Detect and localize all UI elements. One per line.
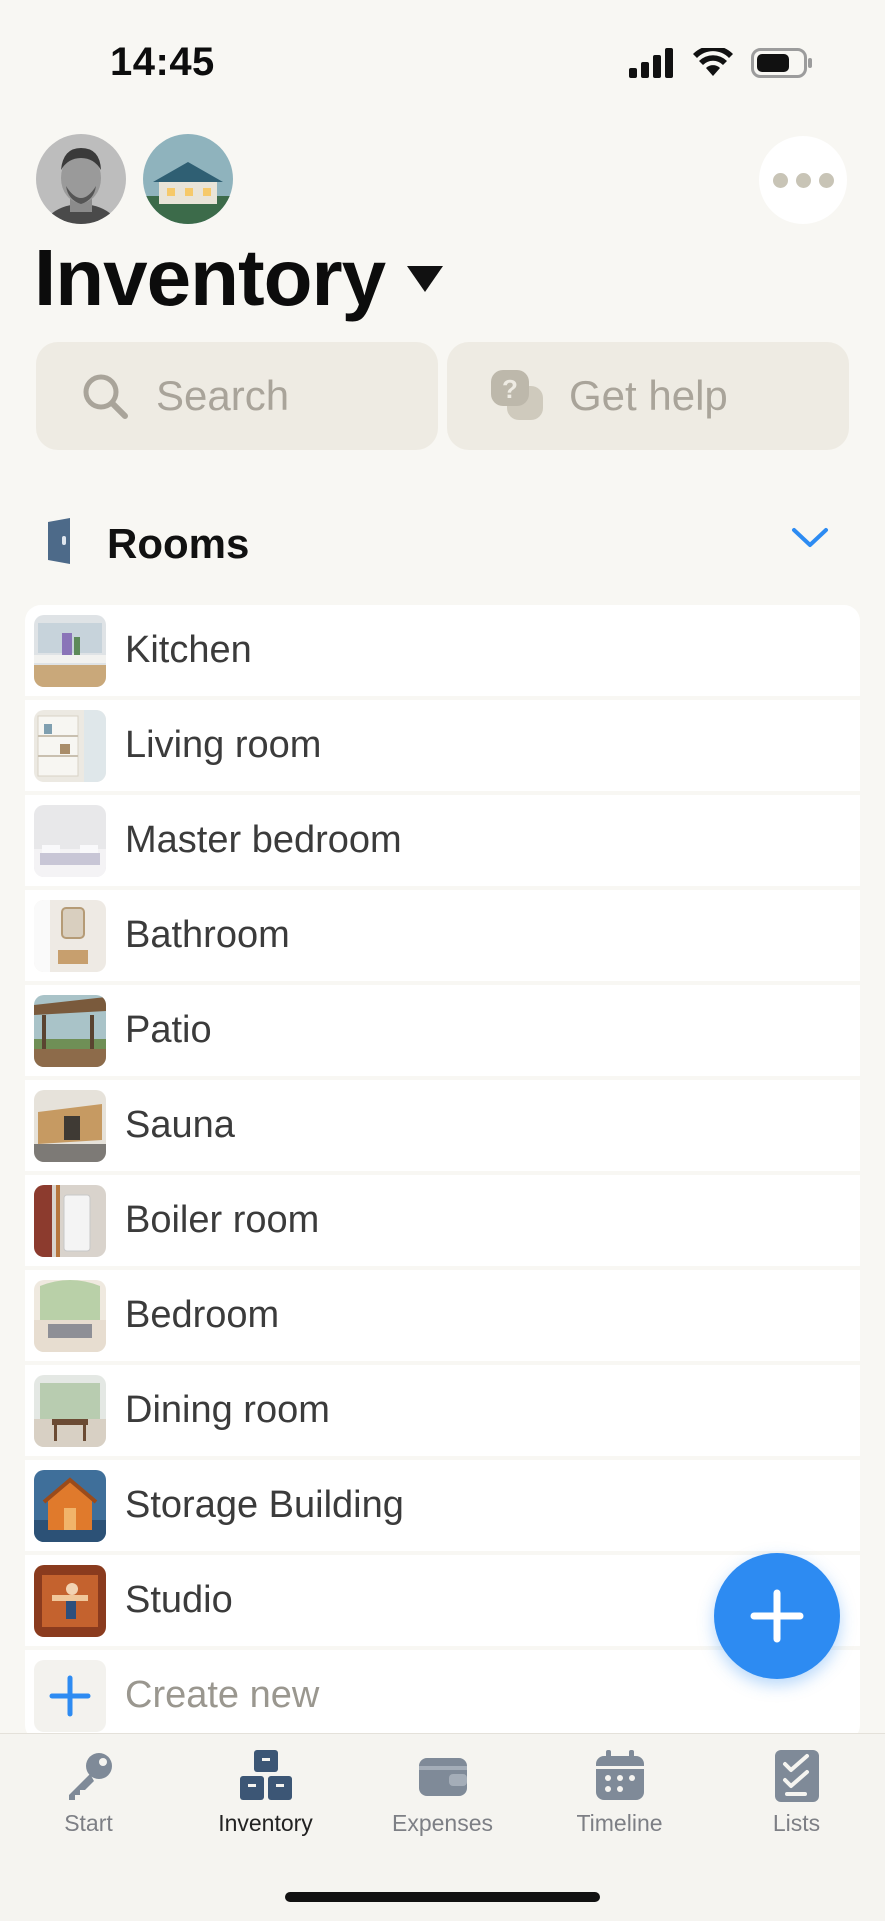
tab-expenses[interactable]: Expenses xyxy=(354,1748,531,1837)
create-new-label: Create new xyxy=(125,1674,320,1716)
tab-inventory[interactable]: Inventory xyxy=(177,1748,354,1837)
search-input[interactable]: Search xyxy=(36,342,438,450)
room-label: Sauna xyxy=(125,1104,235,1146)
master-bedroom-thumbnail xyxy=(34,804,106,877)
status-bar: 14:45 xyxy=(0,0,885,130)
search-placeholder: Search xyxy=(156,372,290,419)
page-title: Inventory xyxy=(34,233,386,322)
living-room-thumbnail xyxy=(34,709,106,782)
plus-icon xyxy=(750,1589,804,1643)
room-row-boiler-room[interactable]: Boiler room xyxy=(25,1175,860,1266)
room-row-sauna[interactable]: Sauna xyxy=(25,1080,860,1171)
tab-label: Inventory xyxy=(218,1810,313,1836)
room-label: Dining room xyxy=(125,1389,330,1431)
kitchen-thumbnail xyxy=(34,614,106,687)
rooms-section-header[interactable]: Rooms xyxy=(0,500,885,584)
tab-timeline[interactable]: Timeline xyxy=(531,1748,708,1837)
room-label: Living room xyxy=(125,724,322,766)
boiler-room-thumbnail xyxy=(34,1184,106,1257)
room-row-kitchen[interactable]: Kitchen xyxy=(25,605,860,696)
wallet-icon xyxy=(418,1758,467,1796)
room-label: Kitchen xyxy=(125,629,252,671)
room-row-bathroom[interactable]: Bathroom xyxy=(25,890,860,981)
chevron-down-icon[interactable] xyxy=(791,526,829,550)
plus-icon xyxy=(34,1659,106,1732)
bedroom-thumbnail xyxy=(34,1279,106,1352)
help-chat-icon: ? xyxy=(491,370,543,420)
tab-start[interactable]: Start xyxy=(0,1748,177,1837)
room-label: Bathroom xyxy=(125,914,290,956)
status-icons xyxy=(629,48,813,78)
room-label: Master bedroom xyxy=(125,819,402,861)
tab-label: Start xyxy=(64,1810,113,1836)
sauna-thumbnail xyxy=(34,1089,106,1162)
home-indicator xyxy=(285,1892,600,1902)
inventory-switcher[interactable]: Inventory xyxy=(34,232,445,324)
room-label: Storage Building xyxy=(125,1484,404,1526)
get-help-button[interactable]: ? Get help xyxy=(447,342,849,450)
status-time: 14:45 xyxy=(110,40,215,84)
search-icon xyxy=(83,374,128,419)
patio-thumbnail xyxy=(34,994,106,1067)
dining-room-thumbnail xyxy=(34,1374,106,1447)
more-options-button[interactable] xyxy=(759,136,847,224)
key-icon xyxy=(68,1753,112,1800)
room-label: Bedroom xyxy=(125,1294,280,1336)
room-row-bedroom[interactable]: Bedroom xyxy=(25,1270,860,1361)
caret-down-icon xyxy=(407,266,444,292)
inventory-icon xyxy=(239,1750,292,1800)
create-new-room-button[interactable]: Create new xyxy=(25,1650,860,1741)
cellular-signal-icon xyxy=(629,48,673,78)
tab-lists[interactable]: Lists xyxy=(708,1748,885,1837)
calendar-icon xyxy=(595,1750,644,1800)
tab-label: Timeline xyxy=(576,1810,663,1836)
battery-icon xyxy=(751,48,812,78)
tab-label: Lists xyxy=(772,1810,821,1836)
user-avatar[interactable] xyxy=(36,134,126,224)
more-dot-icon xyxy=(772,172,788,188)
storage-building-thumbnail xyxy=(34,1469,106,1542)
room-row-patio[interactable]: Patio xyxy=(25,985,860,1076)
add-floating-button[interactable] xyxy=(714,1553,840,1679)
get-help-label: Get help xyxy=(569,372,728,419)
home-avatar[interactable] xyxy=(143,134,233,224)
room-row-dining-room[interactable]: Dining room xyxy=(25,1365,860,1456)
checklist-icon xyxy=(774,1750,819,1802)
room-row-storage-building[interactable]: Storage Building xyxy=(25,1460,860,1551)
room-row-master-bedroom[interactable]: Master bedroom xyxy=(25,795,860,886)
room-label: Boiler room xyxy=(125,1199,320,1241)
wifi-icon xyxy=(693,48,733,76)
more-dot-icon xyxy=(818,172,834,188)
room-label: Patio xyxy=(125,1009,212,1051)
room-row-living-room[interactable]: Living room xyxy=(25,700,860,791)
svg-text:?: ? xyxy=(502,374,518,404)
bathroom-thumbnail xyxy=(34,899,106,972)
tab-label: Expenses xyxy=(391,1810,493,1836)
section-title: Rooms xyxy=(107,520,250,567)
door-icon xyxy=(48,518,70,564)
room-label: Studio xyxy=(125,1579,233,1621)
studio-thumbnail xyxy=(34,1564,106,1637)
more-dot-icon xyxy=(795,172,811,188)
